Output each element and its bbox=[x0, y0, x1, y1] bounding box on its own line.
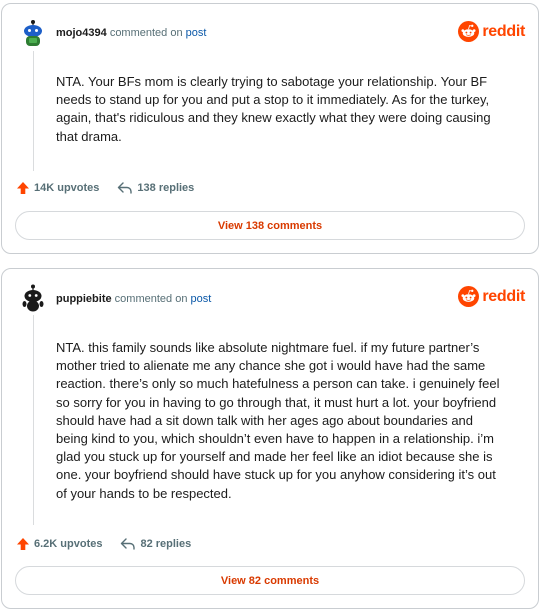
view-comments-button[interactable]: View 138 comments bbox=[15, 211, 525, 240]
comment-card: puppiebite commented on post reddit NTA.… bbox=[1, 268, 539, 609]
reddit-snoo-icon bbox=[458, 21, 480, 42]
replies-group[interactable]: 138 replies bbox=[117, 181, 194, 195]
reply-arrow-icon[interactable] bbox=[120, 537, 136, 551]
thread-line bbox=[33, 315, 34, 525]
post-link[interactable]: post bbox=[191, 293, 212, 305]
reply-count: 82 replies bbox=[140, 538, 192, 550]
replies-group[interactable]: 82 replies bbox=[120, 537, 191, 551]
snoo-avatar-black-icon[interactable] bbox=[18, 283, 48, 313]
username[interactable]: puppiebite bbox=[56, 293, 112, 305]
reddit-snoo-icon bbox=[458, 286, 480, 307]
reddit-wordmark: reddit bbox=[482, 287, 525, 305]
reddit-logo[interactable]: reddit bbox=[458, 21, 525, 42]
reddit-wordmark: reddit bbox=[482, 22, 525, 40]
upvote-count: 6.2K upvotes bbox=[34, 538, 103, 550]
post-link[interactable]: post bbox=[186, 27, 207, 39]
comment-header: puppiebite commented on post bbox=[56, 292, 211, 306]
upvote-group[interactable]: 14K upvotes bbox=[16, 181, 99, 195]
upvote-arrow-icon[interactable] bbox=[16, 537, 30, 551]
comment-body: NTA. Your BFs mom is clearly trying to s… bbox=[56, 74, 491, 144]
reply-count: 138 replies bbox=[137, 182, 195, 194]
comment-actions: 6.2K upvotes 82 replies bbox=[16, 537, 191, 551]
comment-header: mojo4394 commented on post bbox=[56, 26, 206, 40]
thread-line bbox=[33, 51, 34, 171]
reply-arrow-icon[interactable] bbox=[117, 181, 133, 195]
username[interactable]: mojo4394 bbox=[56, 27, 107, 39]
comment-body: NTA. this family sounds like absolute ni… bbox=[56, 340, 500, 501]
reddit-logo[interactable]: reddit bbox=[458, 286, 525, 307]
comment-actions: 14K upvotes 138 replies bbox=[16, 181, 194, 195]
upvote-count: 14K upvotes bbox=[34, 182, 100, 194]
view-comments-button[interactable]: View 82 comments bbox=[15, 566, 525, 595]
comment-card: mojo4394 commented on post reddit NTA. Y… bbox=[1, 3, 539, 254]
commented-on-label: commented on bbox=[114, 293, 188, 305]
commented-on-label: commented on bbox=[109, 27, 183, 39]
snoo-avatar-blue-icon[interactable] bbox=[18, 18, 48, 48]
upvote-arrow-icon[interactable] bbox=[16, 181, 30, 195]
upvote-group[interactable]: 6.2K upvotes bbox=[16, 537, 102, 551]
